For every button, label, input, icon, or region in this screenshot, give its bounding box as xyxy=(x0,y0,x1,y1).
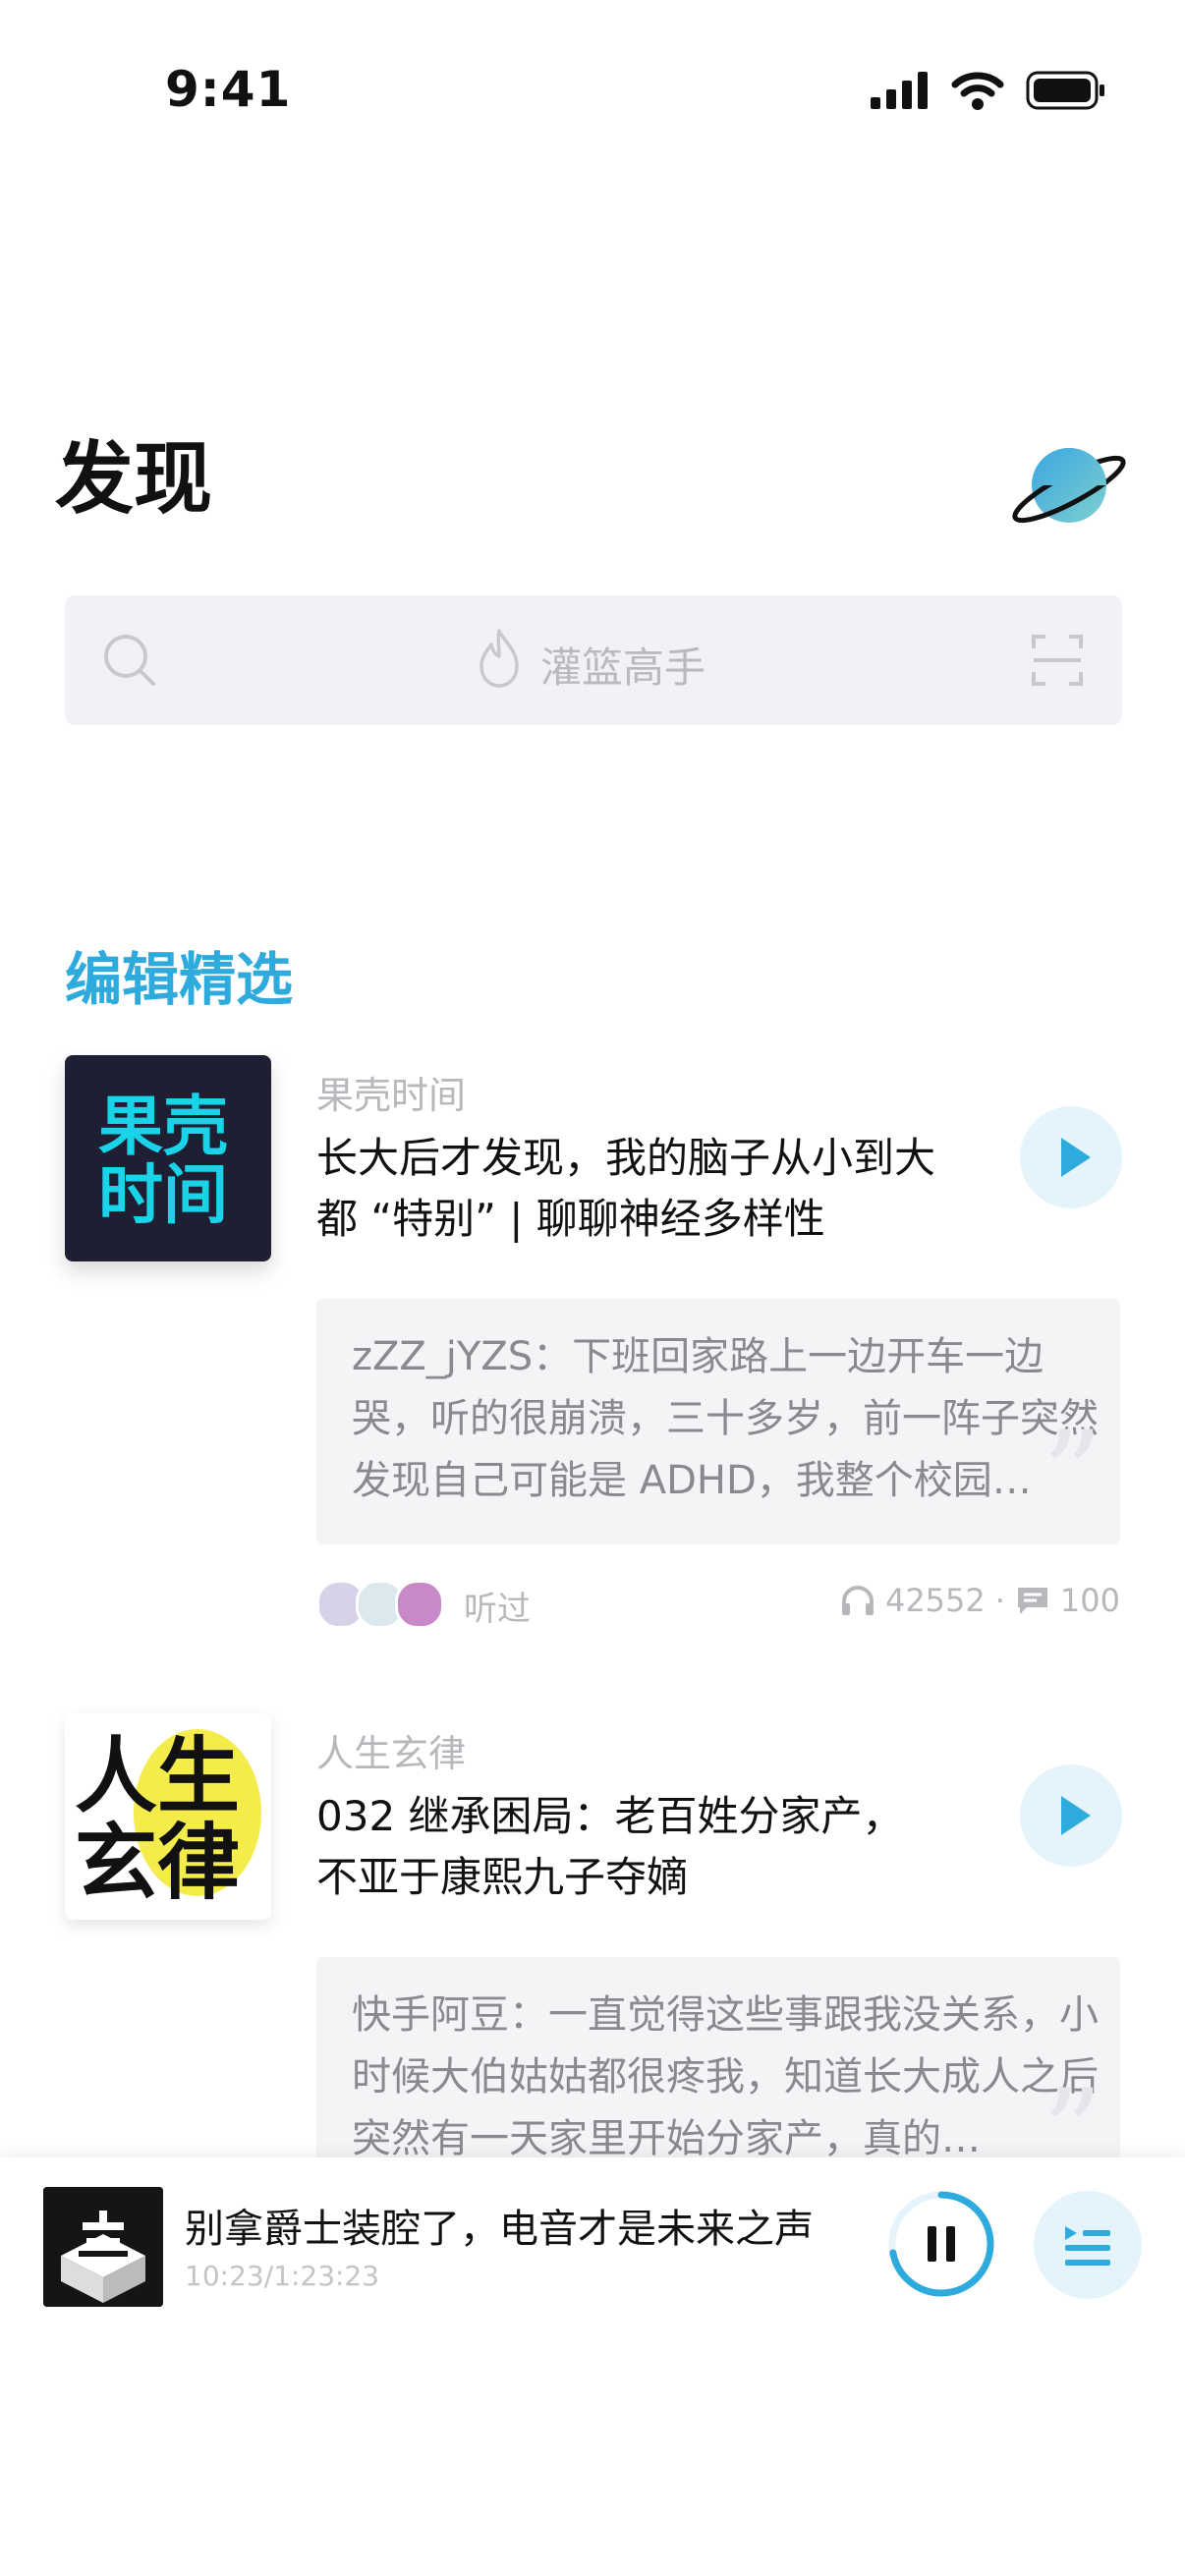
battery-icon xyxy=(1026,71,1104,110)
pause-button[interactable] xyxy=(886,2189,996,2299)
player-time: 10:23/1:23:23 xyxy=(185,2260,380,2292)
play-count: 42552 xyxy=(884,1582,986,1619)
playlist-button[interactable] xyxy=(1034,2191,1142,2299)
stats-separator: · xyxy=(994,1582,1005,1619)
episode-title-line: 不亚于康熙九子夺嫡 xyxy=(316,1853,689,1901)
cover-text-line: 时间 xyxy=(98,1157,228,1233)
page-title: 发现 xyxy=(55,433,212,525)
player-cover-art xyxy=(43,2187,163,2307)
fire-icon xyxy=(480,629,519,688)
comment-icon xyxy=(1017,1588,1047,1614)
status-time: 9:41 xyxy=(165,61,292,118)
cover-text-line: 人生 xyxy=(75,1727,241,1824)
episode-title[interactable]: 长大后才发现，我的脑子从小到大 都 “特别” | 聊聊神经多样性 xyxy=(316,1128,1024,1250)
feed-item[interactable]: 人生 玄律 人生玄律 032 继承困局：老百姓分家产， 不亚于康熙九子夺嫡 快手… xyxy=(0,1713,1185,2205)
podcast-cover[interactable]: 果壳 时间 xyxy=(65,1055,271,1261)
section-title: 编辑精选 xyxy=(65,946,294,1013)
play-icon xyxy=(1061,1796,1091,1835)
avatar xyxy=(395,1580,444,1629)
podcast-cover[interactable]: 人生 玄律 xyxy=(65,1713,271,1920)
episode-title-line: 032 继承困局：老百姓分家产， xyxy=(316,1792,904,1840)
comment-text: 快手阿豆：一直觉得这些事跟我没关系，小时候大伯姑姑都很疼我，知道长大成人之后突然… xyxy=(352,1992,1099,2161)
cover-text-line: 果壳 xyxy=(98,1089,228,1164)
scan-icon[interactable] xyxy=(1032,635,1083,686)
episode-title-line: 都 “特别” | 聊聊神经多样性 xyxy=(316,1195,825,1243)
feed-item[interactable]: 果壳 时间 果壳时间 长大后才发现，我的脑子从小到大 都 “特别” | 聊聊神经… xyxy=(0,1055,1185,1645)
headphones-icon xyxy=(841,1586,874,1615)
episode-title[interactable]: 032 继承困局：老百姓分家产， 不亚于康熙九子夺嫡 xyxy=(316,1786,1024,1908)
search-bar[interactable]: 灌篮高手 xyxy=(65,595,1122,725)
podcast-name[interactable]: 果壳时间 xyxy=(316,1065,466,1119)
comment-text: zZZ_jYZS：下班回家路上一边开车一边哭，听的很崩溃，三十多岁，前一阵子突然… xyxy=(352,1334,1099,1503)
cellular-signal-icon xyxy=(871,72,928,109)
player-title: 别拿爵士装腔了，电音才是未来之声 xyxy=(185,2207,814,2252)
podcast-name[interactable]: 人生玄律 xyxy=(316,1723,466,1777)
wifi-icon xyxy=(951,72,1004,110)
play-icon xyxy=(1061,1138,1091,1177)
search-icon xyxy=(104,635,155,686)
player-cover[interactable] xyxy=(43,2187,163,2307)
quote-icon: ” xyxy=(1042,1407,1102,1543)
cover-text-line: 玄律 xyxy=(75,1814,241,1911)
pause-icon xyxy=(928,2226,955,2262)
comment-count: 100 xyxy=(1059,1582,1120,1619)
stats: 42552 · 100 xyxy=(840,1582,1120,1619)
mini-player[interactable]: 别拿爵士装腔了，电音才是未来之声 10:23/1:23:23 xyxy=(0,2157,1185,2576)
play-button[interactable] xyxy=(1020,1106,1122,1208)
play-button[interactable] xyxy=(1020,1764,1122,1867)
comment-box[interactable]: zZZ_jYZS：下班回家路上一边开车一边哭，听的很崩溃，三十多岁，前一阵子突然… xyxy=(316,1299,1120,1544)
listened-label: 听过 xyxy=(464,1590,531,1629)
playlist-icon xyxy=(1065,2226,1110,2266)
search-hot-keyword: 灌篮高手 xyxy=(540,644,706,692)
status-icons xyxy=(871,71,1106,110)
planet-icon[interactable] xyxy=(1008,438,1126,536)
meta-row: 听过 42552 · 100 xyxy=(316,1572,1120,1631)
episode-title-line: 长大后才发现，我的脑子从小到大 xyxy=(316,1134,936,1182)
